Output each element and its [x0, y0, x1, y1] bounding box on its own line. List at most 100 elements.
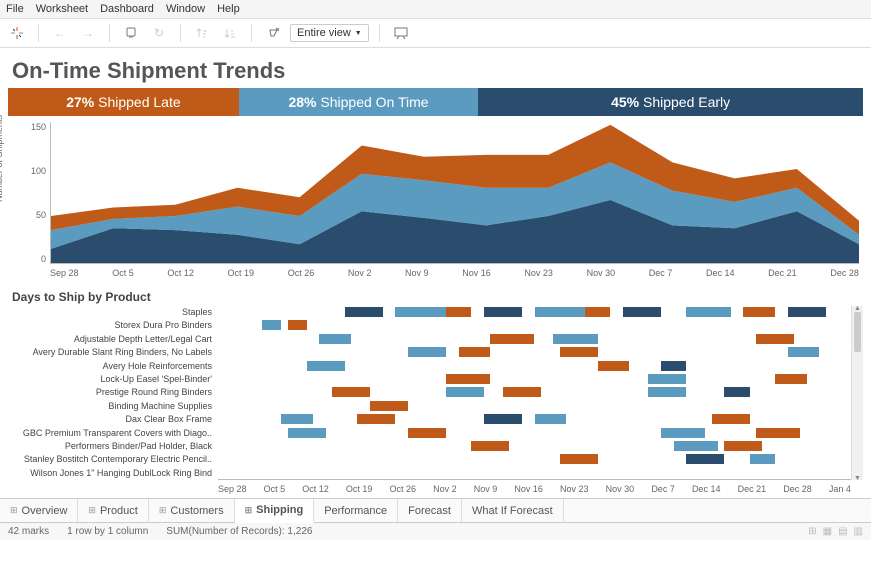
gantt-bar[interactable]	[395, 307, 446, 317]
scroll-thumb[interactable]	[854, 312, 861, 352]
gantt-bar[interactable]	[503, 387, 541, 397]
gantt-bar[interactable]	[560, 347, 598, 357]
menu-dashboard[interactable]: Dashboard	[100, 3, 154, 15]
gantt-x-axis: Sep 28Oct 5Oct 12Oct 19Oct 26Nov 2Nov 9N…	[218, 484, 851, 494]
gantt-bar[interactable]	[357, 414, 395, 424]
gantt-bar[interactable]	[724, 441, 762, 451]
gantt-plot[interactable]	[218, 306, 851, 480]
menu-worksheet[interactable]: Worksheet	[36, 3, 88, 15]
forward-button[interactable]: →	[77, 23, 99, 43]
x-tick: Nov 9	[405, 268, 429, 282]
sort-asc-button[interactable]	[191, 23, 213, 43]
scroll-down-icon[interactable]: ▼	[852, 473, 863, 483]
logo-icon	[6, 23, 28, 43]
tab-customers[interactable]: ⊞Customers	[149, 499, 235, 522]
gantt-bar[interactable]	[743, 307, 775, 317]
tab-label: Overview	[22, 505, 68, 517]
gantt-bar[interactable]	[332, 387, 370, 397]
menu-window[interactable]: Window	[166, 3, 205, 15]
gantt-x-tick: Nov 2	[433, 484, 457, 494]
gantt-bar[interactable]	[756, 334, 794, 344]
view-icon-1[interactable]: ⊞	[808, 526, 816, 537]
gantt-bar[interactable]	[370, 401, 408, 411]
gantt-bar[interactable]	[281, 414, 313, 424]
gantt-bar[interactable]	[661, 361, 686, 371]
gantt-scrollbar[interactable]: ▲ ▼	[851, 306, 863, 480]
gantt-x-tick: Nov 16	[514, 484, 543, 494]
gantt-bar[interactable]	[446, 374, 490, 384]
product-label: Lock-Up Easel 'Spel-Binder'	[8, 373, 212, 386]
menu-help[interactable]: Help	[217, 3, 240, 15]
gantt-bar[interactable]	[724, 387, 749, 397]
x-tick: Oct 26	[288, 268, 315, 282]
gantt-bar[interactable]	[598, 361, 630, 371]
presentation-button[interactable]	[390, 23, 412, 43]
tab-forecast[interactable]: Forecast	[398, 499, 462, 522]
view-mode-select[interactable]: Entire view ▼	[290, 24, 369, 42]
tab-shipping[interactable]: ⊞Shipping	[235, 499, 315, 523]
view-icon-4[interactable]: ▥	[854, 526, 863, 537]
gantt-bar[interactable]	[446, 307, 471, 317]
gantt-bar[interactable]	[686, 307, 730, 317]
gantt-bar[interactable]	[484, 307, 522, 317]
tab-label: Customers	[170, 505, 223, 517]
gantt-bar[interactable]	[553, 334, 597, 344]
gantt-bar[interactable]	[623, 307, 661, 317]
clear-highlight-button[interactable]	[262, 23, 284, 43]
gantt-bar[interactable]	[408, 428, 446, 438]
tab-performance[interactable]: Performance	[314, 499, 398, 522]
area-chart[interactable]: Number of Shipments 150100500 Sep 28Oct …	[8, 122, 863, 282]
product-label: Dax Clear Box Frame	[8, 413, 212, 426]
gantt-bar[interactable]	[661, 428, 705, 438]
tab-product[interactable]: ⊞Product	[78, 499, 148, 522]
gantt-bar[interactable]	[756, 428, 800, 438]
gantt-bar[interactable]	[648, 374, 686, 384]
tab-overview[interactable]: ⊞Overview	[0, 499, 78, 522]
gantt-bar[interactable]	[585, 307, 610, 317]
gantt-bar[interactable]	[788, 347, 820, 357]
gantt-bar[interactable]	[446, 387, 484, 397]
gantt-x-tick: Nov 30	[606, 484, 635, 494]
gantt-bar[interactable]	[307, 361, 345, 371]
gantt-bar[interactable]	[750, 454, 775, 464]
view-icon-3[interactable]: ▤	[838, 526, 847, 537]
gantt-bar[interactable]	[686, 454, 724, 464]
y-tick: 0	[20, 254, 46, 264]
gantt-bar[interactable]	[775, 374, 807, 384]
tab-label: Product	[100, 505, 138, 517]
gantt-bar[interactable]	[288, 320, 307, 330]
gantt-bar[interactable]	[674, 441, 718, 451]
refresh-button[interactable]: ↻	[148, 23, 170, 43]
gantt-bar[interactable]	[345, 307, 383, 317]
gantt-x-tick: Jan 4	[829, 484, 851, 494]
gantt-bar[interactable]	[262, 320, 281, 330]
gantt-bar[interactable]	[484, 414, 522, 424]
gantt-x-tick: Oct 5	[264, 484, 286, 494]
gantt-bar[interactable]	[788, 307, 826, 317]
gantt-bar[interactable]	[490, 334, 534, 344]
gantt-chart[interactable]: StaplesStorex Dura Pro BindersAdjustable…	[8, 306, 863, 480]
tab-what-if-forecast[interactable]: What If Forecast	[462, 499, 564, 522]
back-button[interactable]: ←	[49, 23, 71, 43]
gantt-bar[interactable]	[319, 334, 351, 344]
view-icon-2[interactable]: ▦	[823, 526, 832, 537]
gantt-bar[interactable]	[408, 347, 446, 357]
kpi-on-time[interactable]: 28% Shipped On Time	[239, 88, 478, 116]
view-mode-icons[interactable]: ⊞ ▦ ▤ ▥	[808, 526, 863, 537]
gantt-bar[interactable]	[560, 454, 598, 464]
gantt-bar[interactable]	[535, 414, 567, 424]
y-axis-ticks: 150100500	[20, 122, 46, 264]
gantt-bar[interactable]	[712, 414, 750, 424]
gantt-bar[interactable]	[648, 387, 686, 397]
menu-file[interactable]: File	[6, 3, 24, 15]
chart-plot[interactable]	[50, 122, 859, 264]
gantt-bar[interactable]	[288, 428, 326, 438]
kpi-late[interactable]: 27% Shipped Late	[8, 88, 239, 116]
gantt-bar[interactable]	[471, 441, 509, 451]
gantt-bar[interactable]	[459, 347, 491, 357]
gantt-x-tick: Dec 21	[738, 484, 767, 494]
pause-button[interactable]	[120, 23, 142, 43]
sort-desc-button[interactable]	[219, 23, 241, 43]
kpi-early[interactable]: 45% Shipped Early	[478, 88, 863, 116]
gantt-bar[interactable]	[535, 307, 586, 317]
